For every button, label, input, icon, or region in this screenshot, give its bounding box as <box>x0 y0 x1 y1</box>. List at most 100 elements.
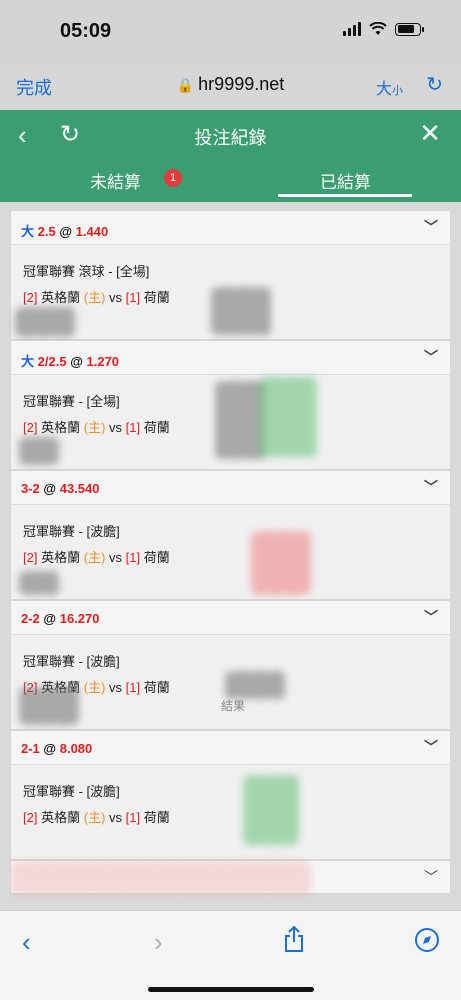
bet-card[interactable]: 大 2/2.5 @ 1.270 ﹀ 冠軍聯賽 - [全場] [2] 英格蘭 (主… <box>10 340 451 470</box>
tab-bar: 未結算 1 已結算 <box>0 160 461 202</box>
unsettled-count-badge: 1 <box>164 169 182 187</box>
at-symbol: @ <box>43 741 57 756</box>
team2-name: 荷蘭 <box>143 810 170 825</box>
bet-card[interactable]: 大 2.5 @ 1.440 ﹀ 冠軍聯賽 滾球 - [全場] [2] 英格蘭 (… <box>10 210 451 340</box>
at-symbol: @ <box>59 224 73 239</box>
team1-name: 英格蘭 <box>41 290 81 305</box>
bet-card-partial[interactable]: ﹀ <box>10 860 451 895</box>
bet-odds: 16.270 <box>59 611 100 626</box>
home-tag: (主) <box>83 810 106 825</box>
bet-league: 冠軍聯賽 滾球 - [全場] <box>23 264 150 279</box>
text-size-button[interactable]: 大小 <box>376 75 403 99</box>
back-icon[interactable]: ‹ <box>22 927 31 958</box>
wifi-icon <box>369 22 387 35</box>
team1-rank: [2] <box>23 290 38 305</box>
team2-rank: [1] <box>125 550 141 565</box>
home-tag: (主) <box>83 290 106 305</box>
home-indicator <box>148 987 314 992</box>
redacted-scribble <box>19 437 59 465</box>
bet-odds: 1.440 <box>75 224 109 239</box>
bet-list: 大 2.5 @ 1.440 ﹀ 冠軍聯賽 滾球 - [全場] [2] 英格蘭 (… <box>10 210 451 910</box>
tab-settled[interactable]: 已結算 <box>320 168 371 193</box>
bet-card[interactable]: 2-2 @ 16.270 ﹀ 冠軍聯賽 - [波膽] [2] 英格蘭 (主) v… <box>10 600 451 730</box>
at-symbol: @ <box>43 481 57 496</box>
bet-line: 2/2.5 <box>37 354 67 369</box>
redacted-scribble <box>259 377 317 457</box>
bet-odds: 1.270 <box>86 354 120 369</box>
team1-rank: [2] <box>23 810 38 825</box>
team1-name: 英格蘭 <box>41 810 81 825</box>
bet-card[interactable]: 3-2 @ 43.540 ﹀ 冠軍聯賽 - [波膽] [2] 英格蘭 (主) v… <box>10 470 451 600</box>
team2-name: 荷蘭 <box>143 290 170 305</box>
forward-icon[interactable]: › <box>154 927 163 958</box>
chevron-down-icon[interactable]: ﹀ <box>424 477 438 497</box>
bet-odds: 8.080 <box>59 741 93 756</box>
bet-header[interactable]: 2-2 @ 16.270 ﹀ <box>11 601 450 635</box>
bet-line: 2-2 <box>21 611 40 626</box>
chevron-down-icon[interactable]: ﹀ <box>424 737 438 757</box>
chevron-down-icon[interactable]: ﹀ <box>424 347 438 367</box>
team2-name: 荷蘭 <box>143 550 170 565</box>
bet-header[interactable]: 大 2/2.5 @ 1.270 ﹀ <box>11 341 450 375</box>
status-icons <box>343 22 424 36</box>
team2-rank: [1] <box>125 290 141 305</box>
bet-header[interactable]: 3-2 @ 43.540 ﹀ <box>11 471 450 505</box>
redacted-scribble <box>243 775 299 845</box>
redacted-scribble <box>225 671 285 699</box>
bet-header[interactable]: 大 2.5 @ 1.440 ﹀ <box>11 211 450 245</box>
reload-icon[interactable]: ↻ <box>426 72 443 97</box>
browser-url-bar: 完成 🔒 hr9999.net 大小 ↻ <box>0 64 461 110</box>
redacted-scribble <box>251 531 311 595</box>
bet-header[interactable]: 2-1 @ 8.080 ﹀ <box>11 731 450 765</box>
bet-card[interactable]: 2-1 @ 8.080 ﹀ 冠軍聯賽 - [波膽] [2] 英格蘭 (主) vs… <box>10 730 451 860</box>
status-time: 05:09 <box>60 20 112 42</box>
vs-label: vs <box>109 680 123 695</box>
share-icon[interactable] <box>283 925 305 953</box>
chevron-down-icon[interactable]: ﹀ <box>424 867 438 887</box>
team1-rank: [2] <box>23 420 38 435</box>
tab-unsettled[interactable]: 未結算 <box>90 168 141 193</box>
app-header: ‹ ↻ 投注紀錄 ✕ <box>0 110 461 160</box>
bet-teams: [2] 英格蘭 (主) vs [1] 荷蘭 <box>23 417 170 436</box>
bet-side: 大 <box>21 354 35 369</box>
redacted-scribble <box>215 381 265 459</box>
team2-name: 荷蘭 <box>143 680 170 695</box>
battery-icon <box>395 22 424 36</box>
browser-toolbar: ‹ › <box>0 910 461 1000</box>
close-icon[interactable]: ✕ <box>419 118 441 149</box>
vs-label: vs <box>109 810 123 825</box>
bet-line: 3-2 <box>21 481 40 496</box>
at-symbol: @ <box>70 354 83 369</box>
home-tag: (主) <box>83 420 106 435</box>
redacted-scribble <box>11 861 311 895</box>
redacted-scribble <box>19 687 79 725</box>
bet-league: 冠軍聯賽 - [全場] <box>23 394 120 409</box>
lock-icon: 🔒 <box>176 77 195 93</box>
signal-icon <box>343 22 361 36</box>
team2-rank: [1] <box>125 810 141 825</box>
bet-line: 2.5 <box>37 224 56 239</box>
bet-league: 冠軍聯賽 - [波膽] <box>23 524 120 539</box>
team2-rank: [1] <box>125 680 141 695</box>
team1-name: 英格蘭 <box>41 550 81 565</box>
compass-icon[interactable] <box>414 927 440 953</box>
status-bar: 05:09 <box>0 0 461 64</box>
home-tag: (主) <box>83 550 106 565</box>
redacted-scribble <box>15 307 75 337</box>
active-tab-indicator <box>278 194 412 197</box>
bet-side: 大 <box>21 224 35 239</box>
team2-name: 荷蘭 <box>143 420 170 435</box>
url-host-text: hr9999.net <box>198 74 285 94</box>
chevron-down-icon[interactable]: ﹀ <box>424 217 438 237</box>
bet-league: 冠軍聯賽 - [波膽] <box>23 654 120 669</box>
team1-name: 英格蘭 <box>41 420 81 435</box>
text-size-small: 小 <box>392 85 403 97</box>
text-size-big: 大 <box>375 81 392 98</box>
chevron-down-icon[interactable]: ﹀ <box>424 607 438 627</box>
vs-label: vs <box>109 420 123 435</box>
team2-rank: [1] <box>125 420 141 435</box>
bet-league: 冠軍聯賽 - [波膽] <box>23 784 120 799</box>
bet-teams: [2] 英格蘭 (主) vs [1] 荷蘭 <box>23 807 170 826</box>
vs-label: vs <box>109 550 123 565</box>
redacted-scribble <box>19 571 59 595</box>
